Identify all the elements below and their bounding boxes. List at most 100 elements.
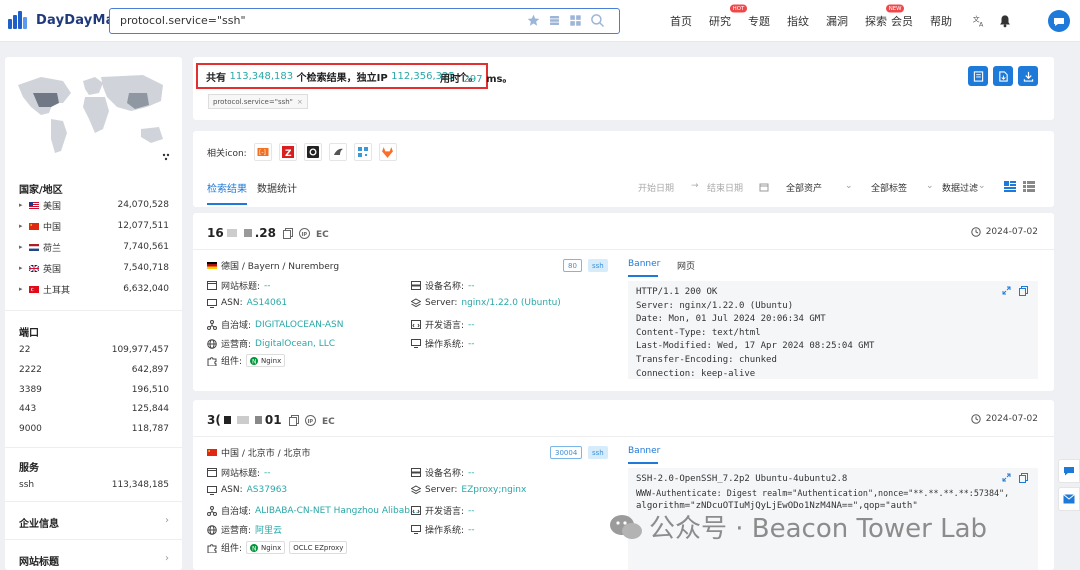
tab-banner[interactable]: Banner (628, 446, 660, 456)
tab-underline (628, 462, 658, 464)
caret-right-icon: ▸ (19, 285, 23, 293)
svg-text:N: N (252, 358, 257, 365)
ip-circle-icon[interactable]: IP (298, 227, 310, 239)
country-row-uk[interactable]: ▸ 英国 7,540,718 (19, 261, 169, 275)
port-row[interactable]: 22 109,977,457 (19, 343, 169, 357)
nav-fingerprint[interactable]: 指纹 (787, 13, 809, 29)
ec-icon[interactable]: EC (322, 415, 336, 426)
caret-right-icon: ▸ (19, 201, 23, 209)
tab-banner[interactable]: Banner (628, 259, 660, 269)
export-file-button[interactable] (993, 66, 1013, 86)
nl-flag-icon (29, 243, 39, 251)
related-icon-qr[interactable] (353, 143, 372, 161)
port-tag[interactable]: 30004 (550, 446, 583, 459)
country-row-tr[interactable]: ▸ 土耳其 6,632,040 (19, 282, 169, 296)
search-input[interactable] (120, 14, 520, 27)
mail-float-button[interactable] (1058, 487, 1080, 511)
all-tags-select[interactable]: 全部标签 (871, 181, 907, 194)
copy-icon[interactable] (288, 414, 299, 426)
nav-vulnerability[interactable]: 漏洞 (826, 13, 848, 29)
start-date-input[interactable]: 开始日期 (638, 181, 674, 194)
search-icon[interactable] (590, 13, 605, 28)
filter-sidebar: 国家/地区 ▸ 美国 24,070,528 ▸ 中国 12,077,511 ▸ … (5, 57, 182, 570)
ip-circle-icon[interactable]: IP (304, 414, 316, 426)
network-icon (207, 319, 217, 330)
window-icon (207, 468, 217, 477)
related-icon-github[interactable] (303, 143, 322, 161)
expand-icon[interactable] (1002, 473, 1011, 482)
report-button[interactable] (968, 66, 988, 86)
protocol-tag[interactable]: ssh (588, 446, 608, 459)
avatar[interactable] (1048, 10, 1070, 32)
port-row[interactable]: 2222 642,897 (19, 363, 169, 377)
related-icon-z[interactable]: Z (278, 143, 297, 161)
website-title-section-toggle[interactable]: 网站标题 › (19, 553, 169, 568)
chevron-right-icon: › (165, 515, 169, 526)
data-filter-select[interactable]: 数据过滤 (942, 181, 978, 194)
country-row-cn[interactable]: ▸ 中国 12,077,511 (19, 219, 169, 233)
port-tag[interactable]: 80 (563, 259, 582, 272)
port-row[interactable]: 3389 196,510 (19, 383, 169, 397)
nav-research[interactable]: 研究 HOT (709, 4, 747, 29)
nav-home[interactable]: 首页 (670, 13, 692, 29)
tab-webpage[interactable]: 网页 (677, 259, 695, 272)
nav-help[interactable]: 帮助 (930, 13, 952, 29)
component-field: 组件: N Nginx OCLC EZproxy (207, 541, 348, 554)
related-icon-bird[interactable] (328, 143, 347, 161)
search-tabs-panel: 相关icon: [-] Z 检索结果 数据统计 开始日期 → 结束日期 全部资产… (193, 131, 1054, 207)
tab-data-stats[interactable]: 数据统计 (257, 180, 297, 195)
copy-icon[interactable] (282, 227, 293, 239)
svg-text:[-]: [-] (259, 150, 266, 157)
location: 德国 / Bayern / Nuremberg (207, 259, 339, 272)
ec-icon[interactable]: EC (316, 228, 330, 239)
port-row[interactable]: 443 125,844 (19, 402, 169, 416)
logo[interactable]: DayDayMap (8, 11, 124, 29)
nav-topics[interactable]: 专题 (748, 13, 770, 29)
banner-content[interactable]: HTTP/1.1 200 OK Server: nginx/1.22.0 (Ub… (628, 281, 1038, 379)
close-icon[interactable]: × (297, 98, 303, 106)
copy-icon[interactable] (1019, 286, 1028, 296)
nav-membership[interactable]: 会员 (891, 13, 913, 29)
related-icon-bracket[interactable]: [-] (253, 143, 272, 161)
related-icon-gitlab[interactable] (378, 143, 397, 161)
divider (5, 447, 182, 448)
protocol-tag[interactable]: ssh (588, 259, 608, 272)
nav-explore[interactable]: 探索 NEW (865, 4, 905, 29)
component-tag[interactable]: OCLC EZproxy (289, 541, 348, 554)
dev-lang-field: 开发语言: -- (411, 318, 475, 331)
code-window-icon (411, 506, 421, 515)
copy-icon[interactable] (1019, 473, 1028, 483)
country-row-nl[interactable]: ▸ 荷兰 7,740,561 (19, 240, 169, 254)
country-row-us[interactable]: ▸ 美国 24,070,528 (19, 198, 169, 212)
ip-address[interactable]: 3( 01 IP EC (207, 413, 336, 427)
qr-icon (357, 147, 368, 157)
code-window-icon (411, 320, 421, 329)
uk-flag-icon (29, 264, 39, 272)
star-icon[interactable] (527, 14, 540, 27)
port-row[interactable]: 9000 118,787 (19, 422, 169, 436)
tab-search-results[interactable]: 检索结果 (207, 180, 247, 195)
grid-icon[interactable] (569, 14, 582, 27)
component-tag[interactable]: N Nginx (246, 354, 286, 367)
hot-badge: HOT (729, 4, 747, 13)
all-assets-select[interactable]: 全部资产 (786, 181, 822, 194)
world-map[interactable] (13, 67, 175, 167)
database-icon[interactable] (548, 14, 561, 27)
os-monitor-icon (411, 525, 421, 534)
card-view-icon[interactable] (1004, 181, 1016, 192)
component-tag[interactable]: N Nginx (246, 541, 286, 554)
list-view-icon[interactable] (1023, 181, 1035, 192)
end-date-input[interactable]: 结束日期 (707, 181, 743, 194)
query-tag[interactable]: protocol.service="ssh" × (208, 94, 308, 109)
enterprise-section-toggle[interactable]: 企业信息 › (19, 515, 169, 530)
chat-float-button[interactable] (1058, 459, 1080, 483)
calendar-icon[interactable] (759, 182, 769, 192)
ip-address[interactable]: 16 .28 IP EC (207, 226, 330, 240)
site-title-field: 网站标题: -- (207, 466, 271, 479)
service-row[interactable]: ssh 113,348,185 (19, 478, 169, 492)
download-button[interactable] (1018, 66, 1038, 86)
github-icon (306, 146, 319, 158)
translate-icon[interactable]: 文A (972, 14, 986, 28)
bell-icon[interactable] (998, 14, 1012, 28)
expand-icon[interactable] (1002, 286, 1011, 295)
